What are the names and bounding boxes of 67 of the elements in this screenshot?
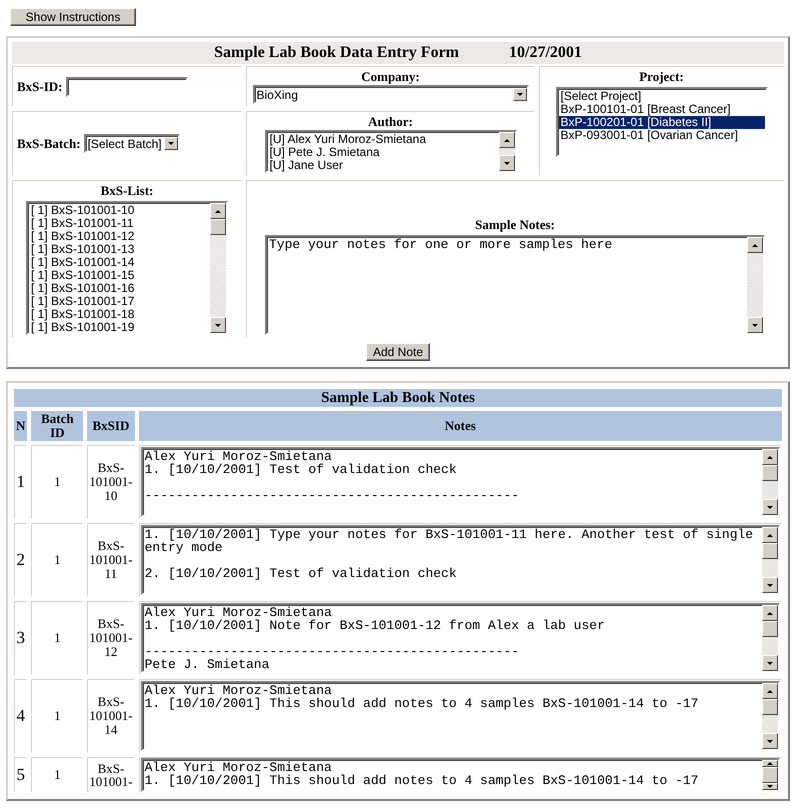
table-cell: 1 xyxy=(31,757,84,793)
scrollbar[interactable] xyxy=(762,683,778,749)
list-option[interactable]: [ 1] BxS-101001-12 xyxy=(29,230,209,243)
notes-textarea[interactable]: Alex Yuri Moroz-Smietana 1. [10/10/2001] This should add notes to 4 samples BxS-101001-14 to -17 xyxy=(140,758,780,792)
scrollbar[interactable] xyxy=(762,449,778,515)
notes-textarea[interactable]: Alex Yuri Moroz-Smietana 1. [10/10/2001] This should add notes to 4 samples BxS-101001-14 to -17 xyxy=(140,681,780,751)
project-listbox[interactable]: [Select Project] BxP-100101-01 [Breast Cancer] BxP-100201-01 [Diabetes II] BxP-093001-01 [Ovarian Cancer] xyxy=(556,87,768,157)
list-option[interactable]: [ 1] BxS-101001-14 xyxy=(29,256,209,269)
table-cell: BxS-101001-10 xyxy=(87,445,135,519)
table-cell: BxS-101001- xyxy=(87,757,135,793)
table-cell: BxS-101001-14 xyxy=(87,679,135,753)
list-option[interactable]: [ 1] BxS-101001-19 xyxy=(29,321,209,334)
table-cell: 1 xyxy=(31,523,84,597)
field-label: Sample Notes: xyxy=(475,217,555,233)
scrollbar[interactable] xyxy=(498,132,514,171)
list-option[interactable]: [U] Pete J. Smietana xyxy=(268,146,498,159)
list-option[interactable]: [U] Alex Yuri Moroz-Smietana xyxy=(268,133,498,146)
list-option[interactable]: [U] Jane User xyxy=(268,159,498,172)
field-label: BxS-List: xyxy=(100,183,154,199)
scrollbar[interactable] xyxy=(210,203,226,333)
table-cell: BxS-101001-11 xyxy=(87,523,135,597)
column-header: Notes xyxy=(138,411,782,441)
sample-listbox[interactable]: [ 1] BxS-101001-10 [ 1] BxS-101001-11 [ 1] BxS-101001-12 [ 1] BxS-101001-13 [ 1] BxS-101001-14 [ 1] BxS-101001-15 [ 1] BxS-101001-16 [ 1] BxS-101001-17 [ 1] BxS-101001-18 [ 1] BxS-101001-19 xyxy=(26,201,228,335)
table-title: Sample Lab Book Notes xyxy=(14,389,782,407)
column-header: Batch ID xyxy=(31,411,84,441)
field-label: Author: xyxy=(368,114,413,130)
notes-textarea[interactable]: Alex Yuri Moroz-Smietana 1. [10/10/2001] Note for BxS-101001-12 from Alex a lab user ------------------------------------------------ Pete J. Smietana xyxy=(140,603,780,673)
notes-textarea[interactable]: 1. [10/10/2001] Type your notes for BxS-101001-11 here. Another test of single entry mode 2. [10/10/2001] Test of validation check xyxy=(140,525,780,595)
list-option[interactable]: BxP-100201-01 [Diabetes II] xyxy=(558,116,764,129)
list-option[interactable]: [ 1] BxS-101001-16 xyxy=(29,282,209,295)
column-header: BxSID xyxy=(87,411,135,441)
table-cell: 5 xyxy=(14,757,28,793)
list-option[interactable]: [ 1] BxS-101001-10 xyxy=(29,204,209,217)
field-label: Project: xyxy=(639,69,684,85)
list-option[interactable]: BxP-093001-01 [Ovarian Cancer] xyxy=(558,129,764,142)
scrollbar[interactable] xyxy=(762,527,778,593)
scrollbar[interactable] xyxy=(762,760,778,790)
table-cell: 3 xyxy=(14,601,28,675)
form-title: Sample Lab Book Data Entry Form xyxy=(214,44,459,62)
field-label: BxS-Batch: xyxy=(17,136,81,152)
author-listbox[interactable]: [U] Alex Yuri Moroz-Smietana [U] Pete J. Smietana [U] Jane User xyxy=(264,130,516,173)
sample-notes-textarea[interactable]: Type your notes for one or more samples here xyxy=(265,235,765,335)
list-option[interactable]: [ 1] BxS-101001-15 xyxy=(29,269,209,282)
list-option[interactable]: BxP-100101-01 [Breast Cancer] xyxy=(558,103,764,116)
add-note-button[interactable]: Add Note xyxy=(366,343,430,361)
notes-textarea[interactable]: Alex Yuri Moroz-Smietana 1. [10/10/2001] Test of validation check ------------------------------------------------ xyxy=(140,447,780,517)
scrollbar[interactable] xyxy=(747,237,763,333)
field-label: BxS-ID: xyxy=(17,78,63,94)
scrollbar[interactable] xyxy=(762,605,778,671)
list-option[interactable]: [Select Project] xyxy=(558,90,764,103)
field-label: Company: xyxy=(361,69,420,85)
company-dropdown[interactable]: BioXing xyxy=(252,85,528,104)
table-cell: BxS-101001-12 xyxy=(87,601,135,675)
table-cell: 4 xyxy=(14,679,28,753)
table-cell: 1 xyxy=(31,601,84,675)
show-instructions-button[interactable]: Show Instructions xyxy=(10,8,136,26)
table-cell: 1 xyxy=(14,445,28,519)
table-cell: 2 xyxy=(14,523,28,597)
table-cell: 1 xyxy=(31,445,84,519)
form-date: 10/27/2001 xyxy=(509,44,582,62)
list-option[interactable]: [ 1] BxS-101001-11 xyxy=(29,217,209,230)
list-option[interactable]: [ 1] BxS-101001-13 xyxy=(29,243,209,256)
list-option[interactable]: [ 1] BxS-101001-17 xyxy=(29,295,209,308)
batch-dropdown[interactable]: [Select Batch] xyxy=(84,134,180,153)
column-header: N xyxy=(14,411,28,441)
list-option[interactable]: [ 1] BxS-101001-18 xyxy=(29,308,209,321)
table-cell: 1 xyxy=(31,679,84,753)
